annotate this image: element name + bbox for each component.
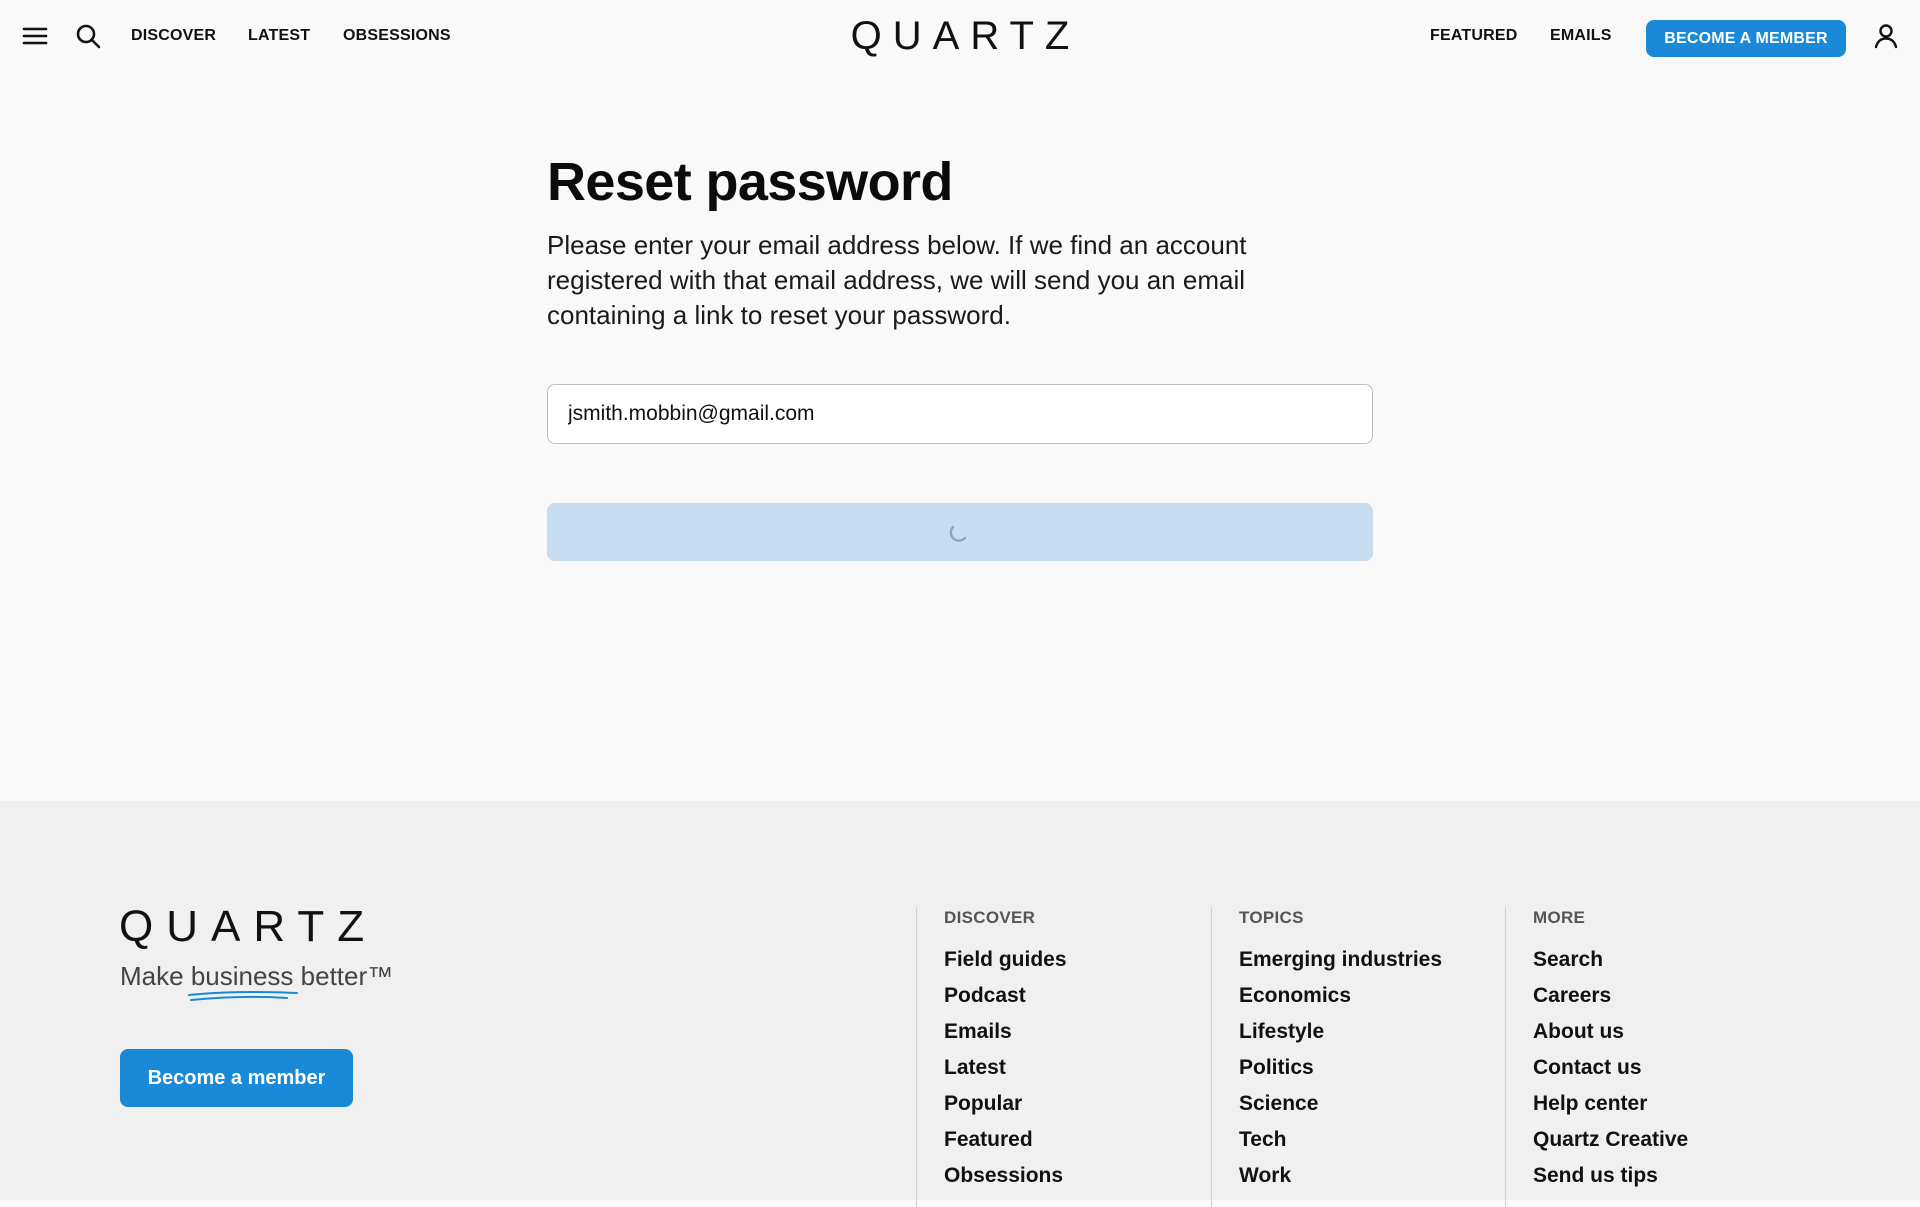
page-description: Please enter your email address below. I…: [547, 230, 1247, 330]
footer-column-heading: MORE: [1533, 908, 1586, 927]
footer-link[interactable]: Latest: [944, 1050, 1211, 1086]
footer-link[interactable]: Science: [1239, 1086, 1506, 1122]
nav-obsessions[interactable]: OBSESSIONS: [343, 27, 451, 45]
tagline-underlined-text: business: [190, 961, 294, 991]
footer-column-topics: TOPICS Emerging industries Economics Lif…: [1211, 907, 1506, 1207]
footer-quartz-logo[interactable]: QUARTZ: [119, 902, 377, 952]
site-header: DISCOVER LATEST OBSESSIONS QUARTZ FEATUR…: [0, 0, 1920, 76]
footer-link[interactable]: Lifestyle: [1239, 1014, 1506, 1050]
footer-column-heading: TOPICS: [1239, 908, 1304, 927]
footer-link[interactable]: Podcast: [944, 978, 1211, 1014]
tagline-prefix: Make: [120, 961, 191, 991]
site-footer: QUARTZ Make business better™ Become a me…: [0, 801, 1920, 1207]
nav-featured[interactable]: FEATURED: [1430, 27, 1518, 45]
footer-link[interactable]: Politics: [1239, 1050, 1506, 1086]
footer-link[interactable]: Careers: [1533, 978, 1800, 1014]
page-title: Reset password: [547, 152, 953, 212]
footer-link[interactable]: About us: [1533, 1014, 1800, 1050]
submit-button[interactable]: [547, 503, 1373, 561]
footer-link[interactable]: Search: [1533, 942, 1800, 978]
footer-link[interactable]: Emails: [944, 1014, 1211, 1050]
footer-link[interactable]: Contact us: [1533, 1050, 1800, 1086]
footer-link[interactable]: Quartz Creative: [1533, 1122, 1800, 1158]
user-account-icon[interactable]: [1870, 20, 1902, 52]
reset-password-form: Reset password Please enter your email a…: [547, 150, 1373, 561]
footer-link[interactable]: Field guides: [944, 942, 1211, 978]
nav-discover[interactable]: DISCOVER: [131, 27, 216, 45]
tagline-underlined-word: business: [187, 961, 298, 1001]
footer-column-more: MORE Search Careers About us Contact us …: [1505, 907, 1800, 1207]
footer-link[interactable]: Economics: [1239, 978, 1506, 1014]
nav-latest[interactable]: LATEST: [248, 27, 310, 45]
footer-link[interactable]: Emerging industries: [1239, 942, 1506, 978]
footer-become-member-button[interactable]: Become a member: [120, 1049, 353, 1107]
footer-link[interactable]: Tech: [1239, 1122, 1506, 1158]
footer-link[interactable]: Popular: [944, 1086, 1211, 1122]
search-icon[interactable]: [72, 20, 104, 52]
tagline-suffix: better™: [293, 961, 394, 991]
become-member-button[interactable]: BECOME A MEMBER: [1646, 20, 1846, 57]
footer-link[interactable]: Help center: [1533, 1086, 1800, 1122]
footer-link[interactable]: Send us tips: [1533, 1158, 1800, 1194]
footer-column-heading: DISCOVER: [944, 908, 1036, 927]
footer-link[interactable]: Work: [1239, 1158, 1506, 1194]
scribble-underline-icon: [187, 990, 298, 1001]
footer-link[interactable]: Obsessions: [944, 1158, 1211, 1194]
hamburger-menu-icon[interactable]: [19, 20, 51, 52]
quartz-logo[interactable]: QUARTZ: [840, 14, 1081, 58]
footer-column-discover: DISCOVER Field guides Podcast Emails Lat…: [916, 907, 1211, 1207]
footer-link[interactable]: Featured: [944, 1122, 1211, 1158]
nav-emails[interactable]: EMAILS: [1550, 27, 1612, 45]
email-field[interactable]: [547, 384, 1373, 444]
footer-tagline: Make business better™: [120, 961, 394, 1001]
loading-spinner-icon: [949, 525, 967, 542]
